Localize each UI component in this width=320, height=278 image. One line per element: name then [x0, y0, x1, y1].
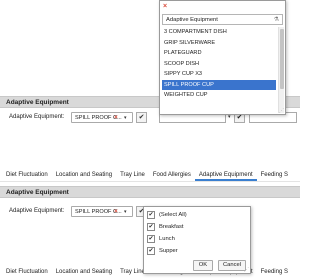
tab-location-and-seating[interactable]: Location and Seating	[52, 169, 116, 181]
checkbox[interactable]: ✔	[147, 235, 155, 243]
list-item[interactable]: SIPPY CUP X3	[162, 69, 276, 80]
meal-checklist-dropdown: ✔ (Select All) ✔ Breakfast ✔ Lunch ✔ Sup…	[143, 206, 251, 274]
chevron-down-icon[interactable]: ▾	[124, 208, 127, 216]
checklist-label: (Select All)	[159, 212, 187, 218]
confirm-check-button[interactable]: ✔	[136, 112, 147, 123]
tab-food-allergies[interactable]: Food Allergies	[149, 169, 195, 181]
list-item[interactable]: SCOOP DISH	[162, 59, 276, 70]
checklist-item-supper[interactable]: ✔ Supper	[147, 246, 247, 257]
ok-button[interactable]: OK	[193, 260, 213, 271]
adaptive-equipment-select[interactable]: SPILL PROOF C... × ▾	[71, 206, 133, 217]
chevron-down-icon[interactable]: ▾	[124, 114, 127, 122]
tab-diet-fluctuation[interactable]: Diet Fluctuation	[0, 266, 52, 278]
checkbox[interactable]: ✔	[147, 211, 155, 219]
close-icon[interactable]: ×	[163, 2, 167, 11]
checkbox[interactable]: ✔	[147, 247, 155, 255]
filter-icon[interactable]: ⚗	[274, 16, 279, 24]
clear-icon[interactable]: ×	[114, 208, 118, 216]
list-item[interactable]: PLATEGUARD	[162, 48, 276, 59]
tab-location-and-seating[interactable]: Location and Seating	[52, 266, 116, 278]
checklist-item-lunch[interactable]: ✔ Lunch	[147, 234, 247, 245]
section-header: Adaptive Equipment	[0, 186, 300, 198]
resize-grip-icon[interactable]: ⋰	[244, 267, 249, 273]
checkbox[interactable]: ✔	[147, 223, 155, 231]
tab-feeding[interactable]: Feeding S	[257, 266, 292, 278]
list-item-selected[interactable]: SPILL PROOF CUP	[162, 79, 276, 90]
cancel-button[interactable]: Cancel	[218, 260, 246, 271]
tab-feeding[interactable]: Feeding S	[257, 169, 292, 181]
scrollbar-thumb[interactable]	[280, 29, 284, 89]
list-item[interactable]: 3 COMPARTMENT DISH	[162, 27, 276, 38]
dropdown-search-text: Adaptive Equipment	[166, 17, 218, 23]
dropdown-search-field[interactable]: Adaptive Equipment ⚗	[162, 14, 283, 25]
checklist-item-breakfast[interactable]: ✔ Breakfast	[147, 222, 247, 233]
tab-tray-line[interactable]: Tray Line	[116, 169, 149, 181]
scrollbar[interactable]	[278, 27, 284, 113]
adaptive-equipment-dropdown: × Adaptive Equipment ⚗ 3 COMPARTMENT DIS…	[159, 0, 286, 115]
checklist-item-select-all[interactable]: ✔ (Select All)	[147, 210, 247, 221]
checklist-label: Lunch	[159, 236, 175, 242]
dropdown-list: 3 COMPARTMENT DISH GRIP SILVERWARE PLATE…	[162, 27, 276, 101]
field-label: Adaptive Equipment:	[9, 208, 65, 214]
tab-bar: Diet Fluctuation Location and Seating Tr…	[0, 169, 300, 181]
checklist-label: Breakfast	[159, 224, 184, 230]
field-label: Adaptive Equipment:	[9, 114, 65, 120]
clear-icon[interactable]: ×	[114, 114, 118, 122]
list-item[interactable]: GRIP SILVERWARE	[162, 38, 276, 49]
resize-grip-icon[interactable]: ⋰	[279, 108, 284, 114]
list-item[interactable]: WEIGHTED CUP	[162, 90, 276, 101]
tab-diet-fluctuation[interactable]: Diet Fluctuation	[0, 169, 52, 181]
checklist-label: Supper	[159, 248, 178, 254]
tab-adaptive-equipment[interactable]: Adaptive Equipment	[194, 169, 257, 181]
adaptive-equipment-select[interactable]: SPILL PROOF C... × ▾	[71, 112, 133, 123]
